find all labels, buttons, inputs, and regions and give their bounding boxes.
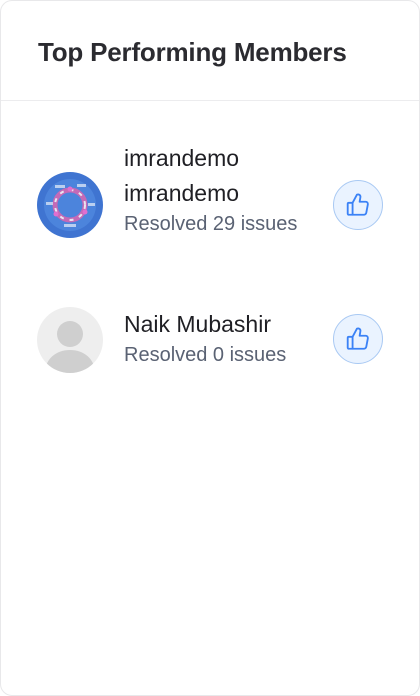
member-resolved-count: Resolved 29 issues: [124, 213, 298, 235]
thumbs-up-icon: [346, 193, 369, 216]
member-resolved-count: Resolved 0 issues: [124, 344, 287, 366]
thumbs-up-icon: [346, 327, 369, 350]
like-button[interactable]: [333, 180, 383, 230]
profile-photo-icon: [37, 172, 103, 238]
card-header: Top Performing Members: [1, 1, 419, 101]
like-button[interactable]: [333, 314, 383, 364]
member-name[interactable]: Naik Mubashir: [124, 307, 314, 342]
default-user-icon: [37, 307, 103, 373]
top-members-card: Top Performing Members imrandemo imrande…: [0, 0, 420, 696]
member-info: imrandemo imrandemo Resolved 29 issues: [124, 141, 314, 238]
member-avatar[interactable]: [37, 172, 103, 238]
member-info: Naik Mubashir Resolved 0 issues: [124, 307, 314, 369]
member-avatar[interactable]: [37, 307, 103, 373]
member-name[interactable]: imrandemo imrandemo: [124, 141, 314, 211]
card-title: Top Performing Members: [38, 37, 347, 67]
